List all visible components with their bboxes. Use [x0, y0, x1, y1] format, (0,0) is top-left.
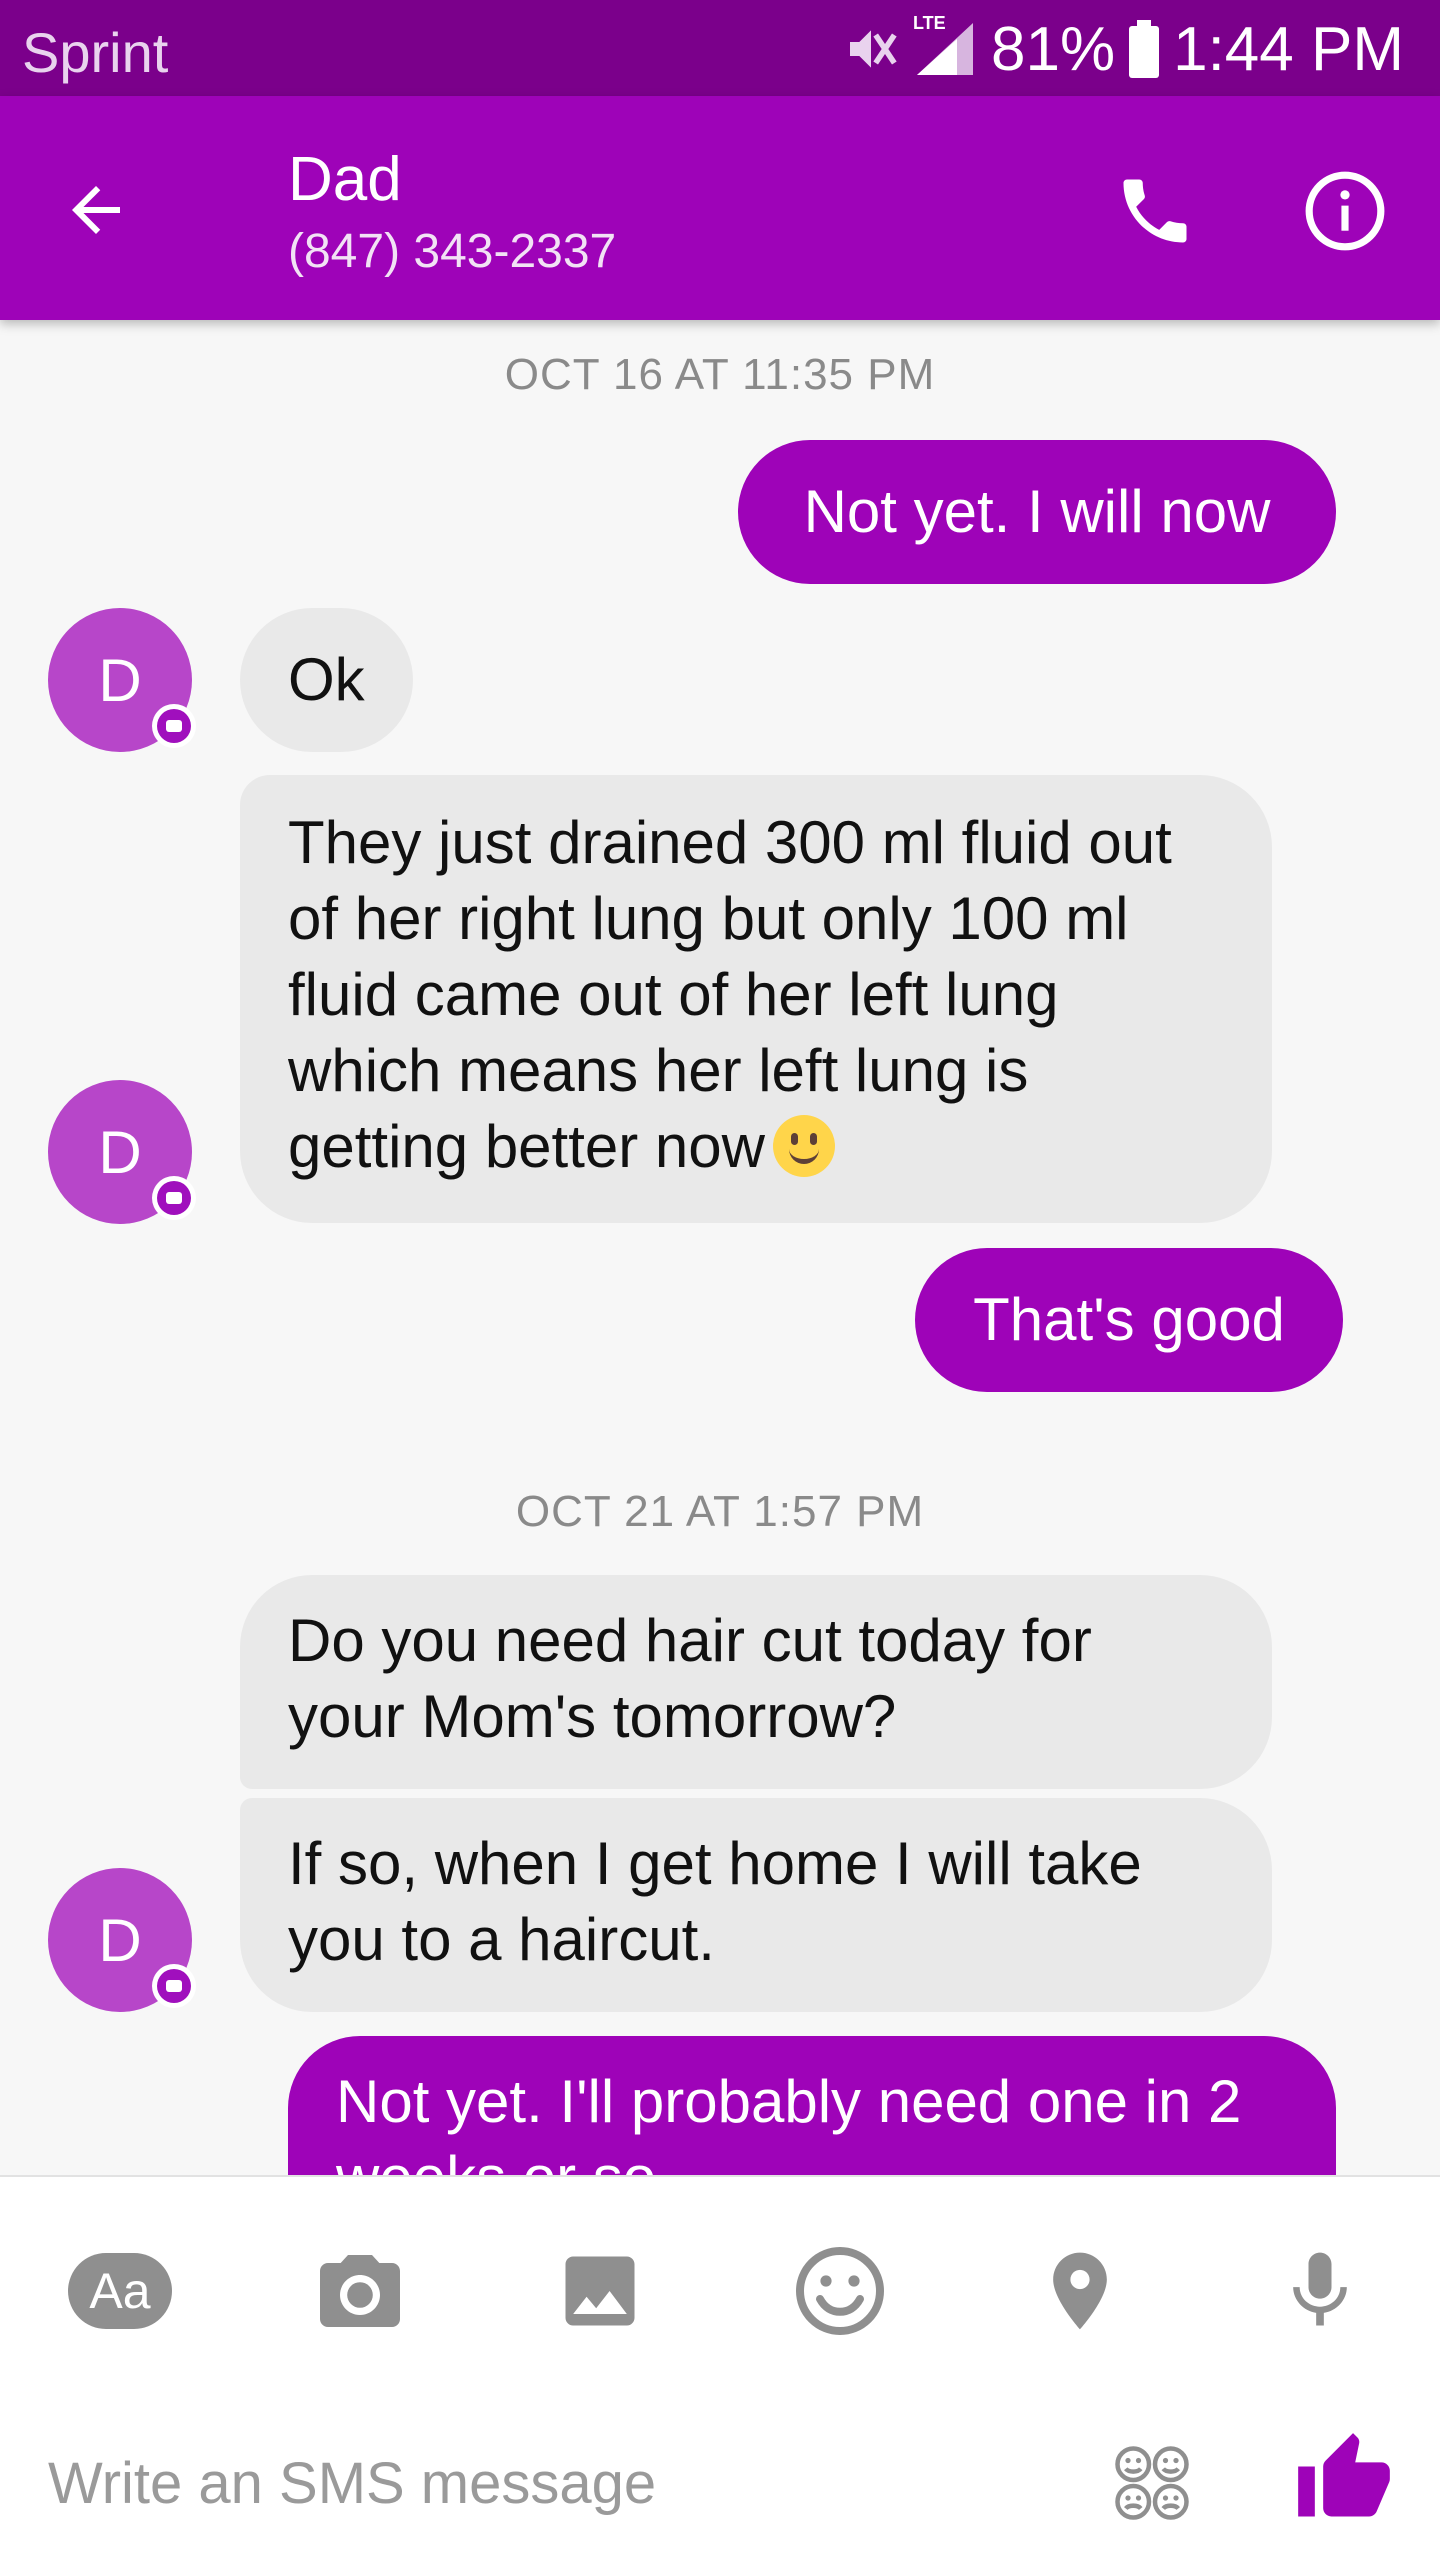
text-format-button[interactable]: Aa	[60, 2231, 180, 2351]
message-text: If so, when I get home I will take you t…	[288, 1830, 1142, 1973]
info-icon	[1305, 171, 1385, 251]
message-text: Not yet. I will now	[803, 478, 1271, 545]
avatar-initial: D	[98, 1906, 142, 1974]
battery-percentage: 81%	[991, 14, 1116, 84]
text-format-icon: Aa	[68, 2253, 172, 2329]
status-bar: Sprint LTE 81% 1:44 PM	[0, 0, 1440, 96]
message-bubble-incoming[interactable]: They just drained 300 ml fluid out of he…	[240, 775, 1272, 1223]
image-icon	[565, 2256, 635, 2326]
message-thread[interactable]: OCT 16 AT 11:35 PM Not yet. I will now O…	[0, 320, 1440, 2175]
mute-icon	[843, 21, 899, 77]
message-text: Do you need hair cut today for your Mom'…	[288, 1607, 1092, 1750]
message-text: They just drained 300 ml fluid out of he…	[288, 809, 1172, 1180]
message-bubble-outgoing[interactable]: Not yet. I'll probably need one in 2 wee…	[288, 2036, 1336, 2175]
back-arrow-icon	[72, 186, 120, 234]
message-text: That's good	[973, 1286, 1285, 1353]
signal-icon: LTE	[913, 13, 977, 79]
camera-button[interactable]	[300, 2231, 420, 2351]
conversation-header: Dad (847) 343-2337	[0, 96, 1440, 320]
contact-phone-number: (847) 343-2337	[288, 225, 617, 278]
message-bubble-incoming[interactable]: Do you need hair cut today for your Mom'…	[240, 1575, 1272, 1789]
avatar[interactable]: D	[48, 1080, 196, 1224]
messenger-badge-icon	[152, 1176, 196, 1220]
message-bubble-outgoing[interactable]: Not yet. I will now	[738, 440, 1336, 584]
voice-button[interactable]	[1260, 2231, 1380, 2351]
smiley-emoji-icon	[772, 1115, 835, 1177]
message-input[interactable]	[48, 2439, 1048, 2529]
smiley-icon	[796, 2247, 884, 2335]
contact-name[interactable]: Dad	[288, 144, 402, 215]
avatar[interactable]: D	[48, 608, 196, 752]
message-text: Ok	[288, 646, 365, 713]
phone-icon	[1123, 179, 1187, 243]
message-text: Not yet. I'll probably need one in 2 wee…	[336, 2068, 1242, 2175]
avatar[interactable]: D	[48, 1868, 196, 2012]
gallery-button[interactable]	[540, 2231, 660, 2351]
thumbs-up-icon	[1298, 2433, 1390, 2517]
stickers-icon	[1115, 2446, 1189, 2520]
timestamp: OCT 21 AT 1:57 PM	[515, 1487, 925, 1536]
info-button[interactable]	[1290, 156, 1400, 266]
avatar-initial: D	[98, 646, 142, 714]
message-bubble-incoming[interactable]: Ok	[240, 608, 413, 752]
camera-icon	[320, 2255, 400, 2327]
status-icons: LTE 81% 1:44 PM	[843, 13, 1404, 84]
stickers-button[interactable]	[1092, 2423, 1212, 2543]
location-pin-icon	[1053, 2252, 1107, 2330]
microphone-icon	[1293, 2252, 1347, 2326]
network-type: LTE	[913, 13, 946, 33]
timestamp: OCT 16 AT 11:35 PM	[504, 350, 936, 399]
message-bubble-outgoing[interactable]: That's good	[915, 1248, 1343, 1392]
message-bubble-incoming[interactable]: If so, when I get home I will take you t…	[240, 1798, 1272, 2012]
message-composer: Aa	[0, 2175, 1440, 2560]
clock: 1:44 PM	[1173, 14, 1404, 84]
messenger-badge-icon	[152, 704, 196, 748]
call-button[interactable]	[1100, 156, 1210, 266]
location-button[interactable]	[1020, 2231, 1140, 2351]
like-button[interactable]	[1284, 2419, 1404, 2539]
emoji-button[interactable]	[780, 2231, 900, 2351]
messenger-badge-icon	[152, 1964, 196, 2008]
carrier-name: Sprint	[22, 21, 169, 84]
avatar-initial: D	[98, 1118, 142, 1186]
battery-icon	[1129, 20, 1160, 78]
back-button[interactable]	[48, 162, 144, 258]
